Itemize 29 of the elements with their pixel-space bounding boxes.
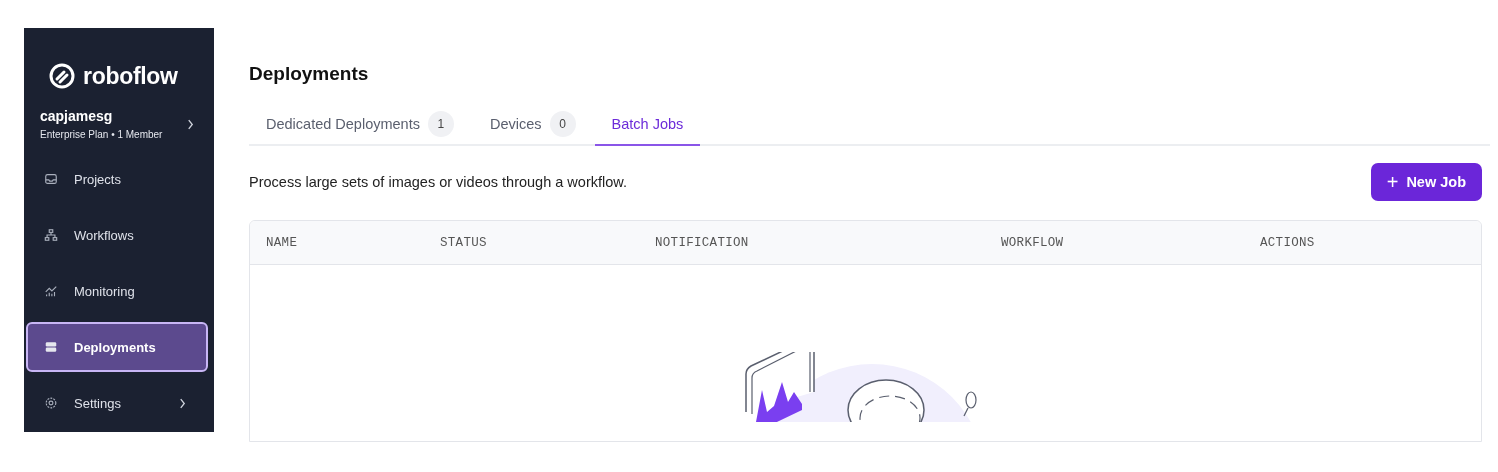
sidebar-item[interactable]: Projects bbox=[26, 154, 208, 204]
page-title: Deployments bbox=[249, 63, 370, 86]
sidebar-item[interactable]: Workflows bbox=[26, 210, 208, 260]
count-badge: 1 bbox=[427, 111, 454, 137]
logo-text: roboflow bbox=[83, 62, 178, 90]
account-plan: Enterprise Plan • 1 Member bbox=[40, 129, 163, 140]
account-switcher[interactable]: capjamesg Enterprise Plan • 1 Member bbox=[24, 94, 214, 140]
column-header: WORKFLOW bbox=[1001, 235, 1065, 250]
logo-icon bbox=[49, 63, 75, 89]
inbox-icon bbox=[44, 172, 58, 186]
description: Process large sets of images or videos through a workflow. bbox=[249, 174, 627, 190]
sidebar-item[interactable]: Settings bbox=[26, 378, 208, 428]
server-icon bbox=[44, 340, 58, 354]
column-header: STATUS bbox=[440, 235, 488, 250]
new-job-button[interactable]: + New Job bbox=[1370, 163, 1482, 201]
tab[interactable]: Devices 0 bbox=[472, 104, 593, 146]
column-header: ACTIONS bbox=[1260, 235, 1316, 250]
hierarchy-icon bbox=[44, 228, 58, 242]
chevron-right-icon bbox=[187, 118, 194, 130]
tab[interactable]: Batch Jobs bbox=[594, 104, 701, 146]
account-name: capjamesg bbox=[40, 108, 114, 124]
tab[interactable]: Dedicated Deployments 1 bbox=[249, 104, 471, 146]
settings-icon bbox=[44, 396, 58, 410]
chart-icon bbox=[44, 284, 58, 298]
count-badge: 0 bbox=[549, 111, 576, 137]
column-header: NAME bbox=[266, 235, 299, 250]
sidebar-item[interactable]: Deployments bbox=[26, 322, 208, 372]
sidebar-item[interactable]: Monitoring bbox=[26, 266, 208, 316]
column-header: NOTIFICATION bbox=[655, 235, 750, 250]
